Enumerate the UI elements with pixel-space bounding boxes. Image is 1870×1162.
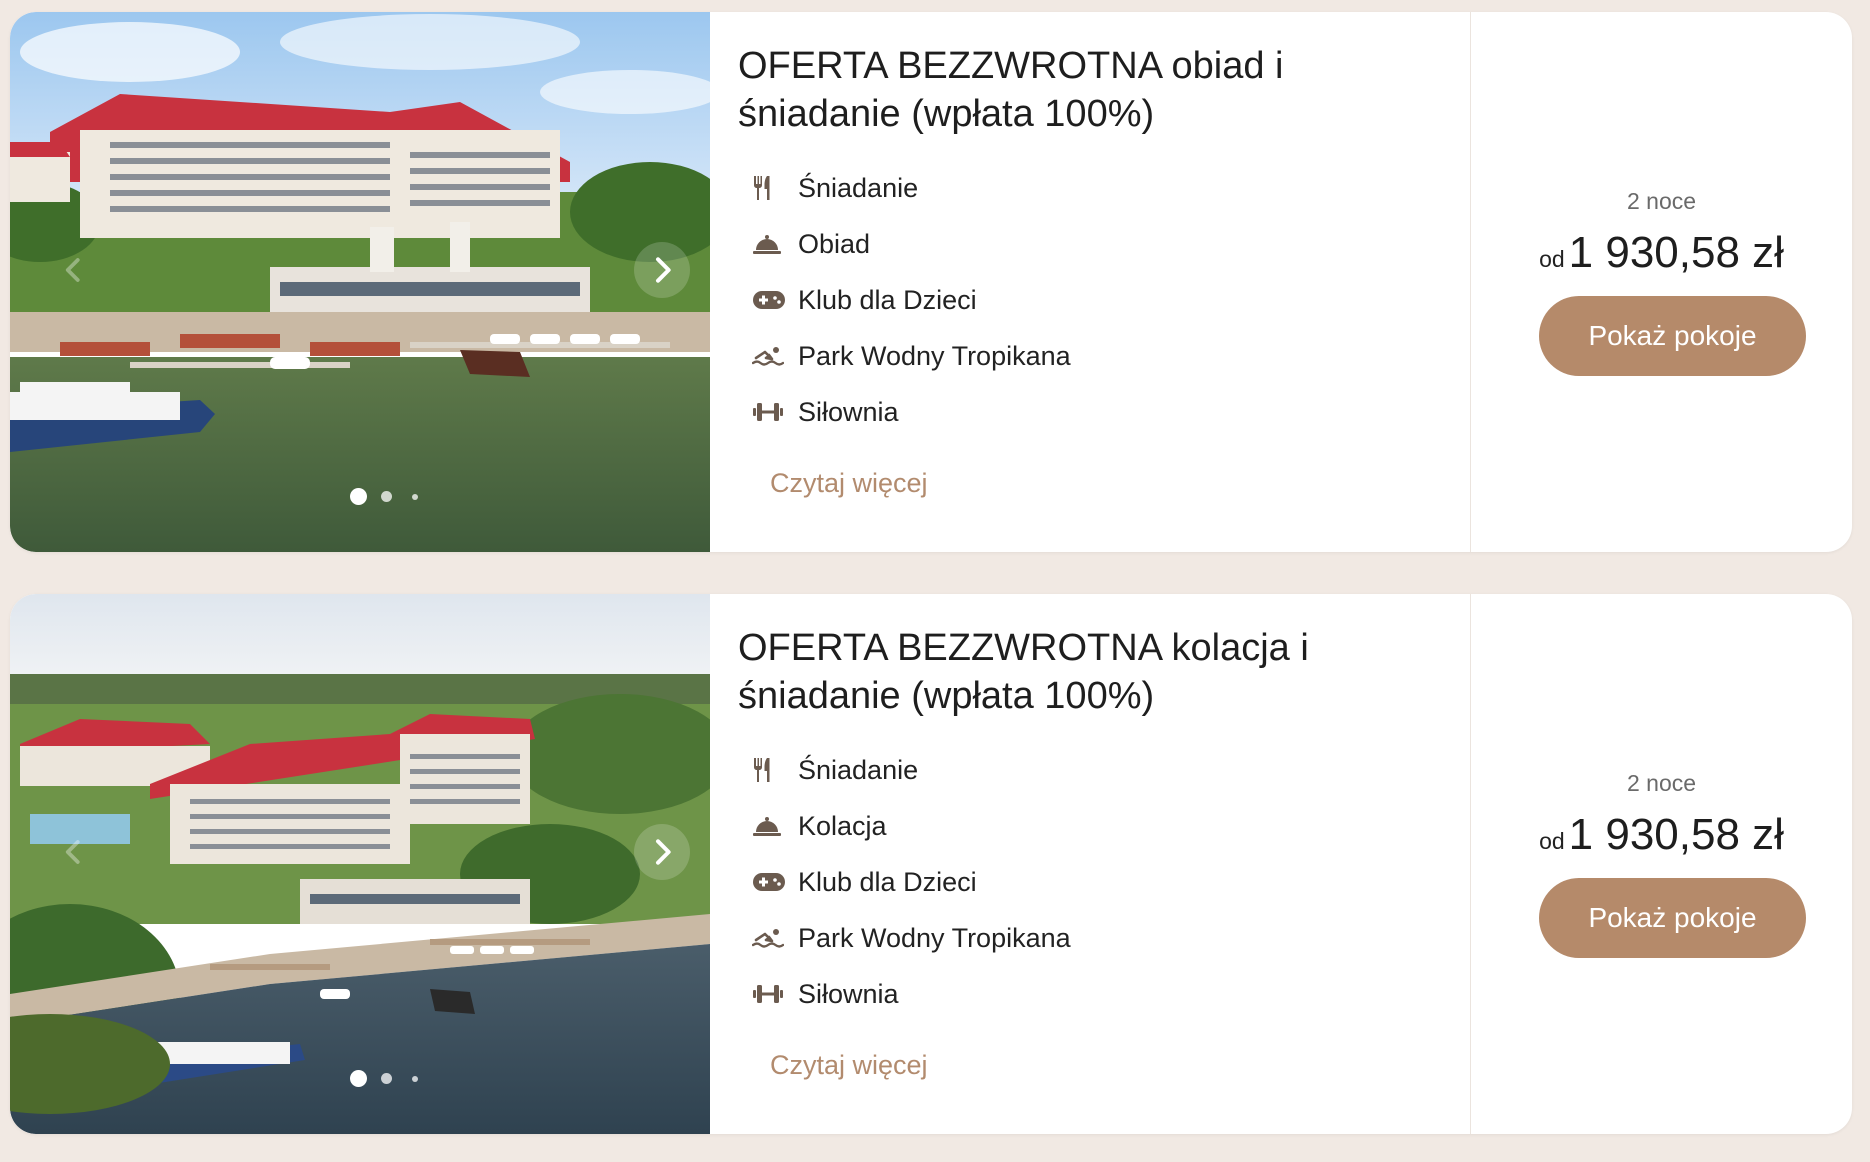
chevron-right-icon <box>646 836 678 868</box>
amenity-item: Park Wodny Tropikana <box>738 328 1458 384</box>
amenity-item: Siłownia <box>738 384 1458 440</box>
offer-details: OFERTA BEZZWROTNA obiad i śniadanie (wpł… <box>738 42 1458 499</box>
carousel-dot[interactable] <box>381 491 392 502</box>
show-rooms-button[interactable]: Pokaż pokoje <box>1539 296 1806 376</box>
read-more-link[interactable]: Czytaj więcej <box>770 468 928 499</box>
nights-count: 2 noce <box>1626 770 1697 796</box>
amenity-item: Siłownia <box>738 966 1458 1022</box>
chevron-right-icon <box>646 254 678 286</box>
gamepad-icon <box>752 866 792 898</box>
amenity-label: Klub dla Dzieci <box>798 866 977 897</box>
carousel-indicators <box>350 488 418 505</box>
cloche-icon <box>752 810 792 842</box>
carousel-next-button[interactable] <box>634 824 690 880</box>
chevron-left-icon <box>59 255 89 285</box>
dumbbell-icon <box>752 396 792 428</box>
show-rooms-button[interactable]: Pokaż pokoje <box>1539 878 1806 958</box>
carousel-prev-button[interactable] <box>46 824 102 880</box>
price-value: 1 930,58 zł <box>1568 228 1784 277</box>
carousel-dot[interactable] <box>412 1075 418 1082</box>
swimmer-icon <box>752 340 792 372</box>
carousel-indicators <box>350 1070 418 1087</box>
swimmer-icon <box>752 922 792 954</box>
carousel-dot[interactable] <box>381 1073 392 1084</box>
amenity-item: Park Wodny Tropikana <box>738 910 1458 966</box>
amenity-item: Śniadanie <box>738 742 1458 798</box>
hotel-photo <box>10 12 710 552</box>
carousel-dot-active[interactable] <box>350 1070 367 1087</box>
chevron-left-icon <box>59 837 89 867</box>
amenity-list: Śniadanie Obiad Klub dla Dzieci Park Wod… <box>738 160 1458 440</box>
price: od1 930,58 zł <box>1471 810 1852 860</box>
amenity-label: Kolacja <box>798 810 887 841</box>
hotel-photo <box>10 594 710 1134</box>
amenity-label: Siłownia <box>798 396 899 427</box>
carousel-dot[interactable] <box>412 493 418 500</box>
amenity-list: Śniadanie Kolacja Klub dla Dzieci Park W… <box>738 742 1458 1022</box>
carousel-next-button[interactable] <box>634 242 690 298</box>
read-more-link[interactable]: Czytaj więcej <box>770 1050 928 1081</box>
amenity-item: Obiad <box>738 216 1458 272</box>
price-panel: 2 noce od1 930,58 zł Pokaż pokoje <box>1471 594 1852 1134</box>
hotel-photo-carousel[interactable] <box>10 594 710 1134</box>
amenity-item: Klub dla Dzieci <box>738 854 1458 910</box>
price-panel: 2 noce od1 930,58 zł Pokaż pokoje <box>1471 12 1852 552</box>
amenity-label: Śniadanie <box>798 754 919 785</box>
price-prefix: od <box>1539 828 1565 854</box>
offer-title: OFERTA BEZZWROTNA obiad i śniadanie (wpł… <box>738 45 1284 135</box>
dumbbell-icon <box>752 978 792 1010</box>
amenity-label: Park Wodny Tropikana <box>798 922 1071 953</box>
carousel-dot-active[interactable] <box>350 488 367 505</box>
amenity-label: Siłownia <box>798 978 899 1009</box>
amenity-label: Obiad <box>798 228 871 259</box>
price: od1 930,58 zł <box>1471 228 1852 278</box>
hotel-photo-carousel[interactable] <box>10 12 710 552</box>
offer-card: OFERTA BEZZWROTNA obiad i śniadanie (wpł… <box>10 12 1852 552</box>
amenity-label: Park Wodny Tropikana <box>798 340 1071 371</box>
carousel-prev-button[interactable] <box>46 242 102 298</box>
offer-card: OFERTA BEZZWROTNA kolacja i śniadanie (w… <box>10 594 1852 1134</box>
amenity-item: Klub dla Dzieci <box>738 272 1458 328</box>
amenity-label: Śniadanie <box>798 172 919 203</box>
amenity-item: Śniadanie <box>738 160 1458 216</box>
cloche-icon <box>752 228 792 260</box>
cutlery-icon <box>752 172 792 204</box>
price-prefix: od <box>1539 246 1565 272</box>
gamepad-icon <box>752 284 792 316</box>
price-value: 1 930,58 zł <box>1568 810 1784 859</box>
offer-title: OFERTA BEZZWROTNA kolacja i śniadanie (w… <box>738 627 1309 717</box>
cutlery-icon <box>752 754 792 786</box>
offer-list: OFERTA BEZZWROTNA obiad i śniadanie (wpł… <box>0 0 1870 1162</box>
offer-details: OFERTA BEZZWROTNA kolacja i śniadanie (w… <box>738 624 1458 1081</box>
amenity-item: Kolacja <box>738 798 1458 854</box>
amenity-label: Klub dla Dzieci <box>798 284 977 315</box>
nights-count: 2 noce <box>1626 188 1697 214</box>
